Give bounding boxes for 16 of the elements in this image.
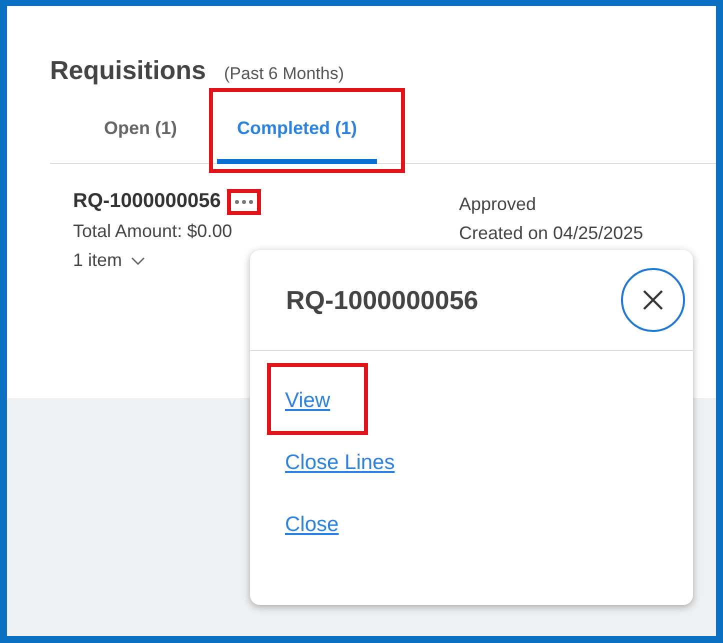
items-toggle[interactable]: 1 item: [73, 250, 146, 271]
page-title: Requisitions: [50, 55, 206, 86]
chevron-down-icon: [130, 256, 146, 266]
tab[interactable]: Completed (1): [217, 100, 378, 164]
action-link[interactable]: Close: [285, 513, 339, 536]
status-text: Approved: [459, 194, 538, 215]
close-icon: [642, 289, 664, 311]
more-icon[interactable]: [232, 198, 255, 206]
popup-title: RQ-1000000056: [286, 284, 478, 316]
tab[interactable]: Open (1): [84, 100, 198, 164]
action-link[interactable]: View: [285, 389, 330, 412]
requisition-id: RQ-1000000056: [73, 190, 221, 213]
created-date: Created on 04/25/2025: [459, 223, 644, 244]
page-subtitle: (Past 6 Months): [224, 64, 344, 84]
total-amount: Total Amount: $0.00: [73, 221, 234, 242]
action-link[interactable]: Close Lines: [285, 451, 395, 474]
